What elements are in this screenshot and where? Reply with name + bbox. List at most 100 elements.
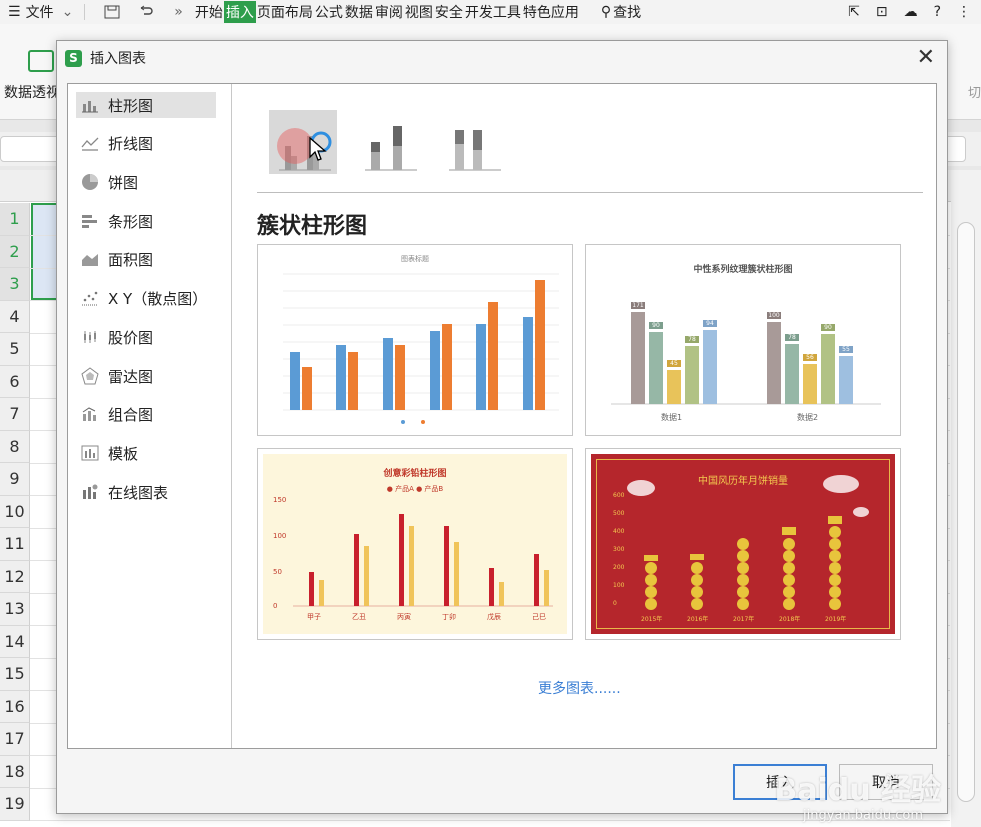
tab-home[interactable]: 开始	[194, 2, 224, 22]
x-tick-label: 丁卯	[442, 613, 456, 621]
nav-label: 模板	[108, 444, 139, 463]
nav-label: 组合图	[108, 405, 154, 424]
row-header[interactable]: 17	[0, 723, 30, 756]
data-label: 90	[821, 324, 835, 331]
menu-icon[interactable]: ☰	[8, 4, 21, 20]
column-chart-icon	[80, 96, 100, 114]
tab-review[interactable]: 审阅	[374, 2, 404, 22]
divider	[84, 4, 86, 20]
combo-chart-icon	[80, 405, 100, 423]
x-tick-label: 甲子	[307, 613, 321, 621]
row-header[interactable]: 7	[0, 398, 30, 431]
template-thumbnail-default[interactable]: 图表标题	[257, 244, 573, 436]
template-thumbnail-pencil[interactable]: 创意彩铅柱形图 ● 产品A ● 产品B 150 100 50 0 甲子 乙丑 丙寅 丁卯 戊辰…	[257, 448, 573, 640]
tab-data[interactable]: 数据	[344, 2, 374, 22]
nav-label: 柱形图	[108, 96, 154, 115]
tab-view[interactable]: 视图	[404, 2, 434, 22]
nav-item-combo[interactable]: 组合图	[76, 401, 216, 427]
toolbar-right: ⇱ ⊡ ☁ ? ⋮	[848, 4, 971, 20]
stock-chart-icon	[80, 328, 100, 346]
pivot-table-label[interactable]: 数据透视	[4, 82, 60, 102]
row-header[interactable]: 4	[0, 300, 30, 333]
nav-item-bar[interactable]: 条形图	[76, 208, 216, 234]
bar-chart-icon	[80, 212, 100, 230]
tab-features[interactable]: 特色应用	[522, 2, 580, 22]
thumbnail-chart-neutral	[611, 312, 881, 405]
vertical-scrollbar[interactable]	[951, 170, 981, 827]
subtype-stacked[interactable]	[355, 110, 423, 174]
x-tick-label: 戊辰	[487, 613, 501, 621]
row-header[interactable]: 10	[0, 495, 30, 528]
radar-chart-icon	[80, 367, 100, 385]
tab-developer[interactable]: 开发工具	[464, 2, 522, 22]
nav-item-column[interactable]: 柱形图	[76, 92, 216, 118]
template-thumbnail-neutral-texture[interactable]: 中性系列纹理簇状柱形图 171 90 45 78 94 100 78 56 90 55 数据1 数…	[585, 244, 901, 436]
tab-page-layout[interactable]: 页面布局	[256, 2, 314, 22]
nav-item-line[interactable]: 折线图	[76, 130, 216, 156]
x-tick-label: 2017年	[733, 616, 755, 623]
template-thumbnail-chinese-style[interactable]: 中国风历年月饼销量 600 500 400 300 200 100 0 2015年 2016年…	[585, 448, 901, 640]
row-header[interactable]: 15	[0, 658, 30, 691]
data-label: 45	[667, 360, 681, 367]
subtype-percent-stacked[interactable]	[439, 110, 507, 174]
row-header[interactable]: 6	[0, 365, 30, 398]
section-title: 簇状柱形图	[257, 214, 368, 239]
row-header[interactable]: 18	[0, 755, 30, 788]
nav-item-stock[interactable]: 股价图	[76, 324, 216, 350]
help-icon[interactable]: ?	[934, 4, 941, 20]
row-header[interactable]: 8	[0, 430, 30, 463]
nav-item-online[interactable]: 在线图表	[76, 479, 216, 505]
nav-item-area[interactable]: 面积图	[76, 246, 216, 272]
chevron-down-icon[interactable]: ⌄	[61, 4, 75, 20]
data-label: 56	[803, 354, 817, 361]
undo-icon[interactable]	[138, 5, 154, 19]
save-icon[interactable]	[104, 5, 120, 19]
data-label: 78	[685, 336, 699, 343]
more-charts-link[interactable]: 更多图表......	[538, 678, 621, 698]
nav-item-pie[interactable]: 饼图	[76, 169, 216, 195]
kebab-icon[interactable]: ⋮	[957, 4, 971, 20]
search-label[interactable]: 查找	[612, 2, 642, 22]
nav-item-radar[interactable]: 雷达图	[76, 363, 216, 389]
online-chart-icon	[80, 483, 100, 501]
dialog-titlebar: S 插入图表 ✕	[57, 41, 947, 75]
mouse-cursor-icon	[309, 136, 327, 167]
row-header[interactable]: 13	[0, 593, 30, 626]
row-header[interactable]: 19	[0, 788, 30, 821]
row-header[interactable]: 11	[0, 528, 30, 561]
tab-insert[interactable]: 插入	[223, 1, 256, 23]
row-header[interactable]: 5	[0, 333, 30, 366]
template-icon	[80, 444, 100, 462]
data-label: 94	[703, 320, 717, 327]
tab-security[interactable]: 安全	[434, 2, 464, 22]
row-header[interactable]: 14	[0, 625, 30, 658]
row-header[interactable]: 9	[0, 463, 30, 496]
baidu-watermark: Baidu 经验	[774, 773, 941, 808]
scrollbar-thumb[interactable]	[957, 222, 975, 802]
pie-chart-icon	[80, 173, 100, 191]
row-header[interactable]: 2	[0, 235, 30, 268]
pivot-table-icon[interactable]	[28, 50, 54, 72]
nav-item-scatter[interactable]: X Y（散点图）	[76, 285, 216, 311]
row-header[interactable]: 16	[0, 690, 30, 723]
close-icon[interactable]: ✕	[917, 45, 935, 70]
share-icon[interactable]: ⇱	[848, 4, 860, 20]
scatter-chart-icon	[80, 289, 100, 307]
row-header[interactable]: 3	[0, 268, 30, 301]
category-label: 数据1	[661, 413, 683, 422]
thumbnail-chart-default	[283, 273, 559, 424]
more-icon[interactable]: »	[173, 4, 184, 20]
wps-logo-icon: S	[65, 49, 82, 67]
collab-icon[interactable]: ⊡	[876, 4, 888, 20]
menu-bar: ☰ 文件 ⌄ » 开始 插入 页面布局 公式 数据 审阅 视图 安全 开发工具 …	[0, 0, 981, 24]
row-header[interactable]: 12	[0, 560, 30, 593]
search-icon[interactable]: ⚲	[600, 4, 612, 20]
file-menu[interactable]: 文件	[25, 2, 55, 22]
cloud-icon[interactable]: ☁	[904, 4, 918, 20]
x-tick-label: 2019年	[825, 616, 847, 623]
tab-formula[interactable]: 公式	[314, 2, 344, 22]
dialog-title: 插入图表	[90, 51, 146, 67]
row-header[interactable]: 1	[0, 203, 30, 236]
cut-label[interactable]: 切	[968, 82, 981, 101]
nav-item-template[interactable]: 模板	[76, 440, 216, 466]
